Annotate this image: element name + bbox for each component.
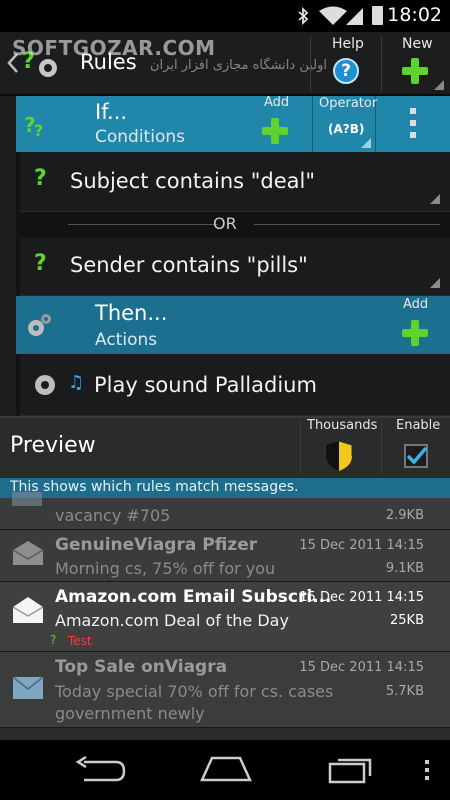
message-size: 5.7KB [385, 684, 424, 699]
preview-title: Preview [10, 433, 96, 458]
add-label: Add [403, 297, 429, 312]
help-button[interactable]: Help ? [311, 32, 381, 94]
new-label: New [402, 36, 433, 52]
or-label: OR [213, 214, 237, 233]
help-icon: ? [333, 58, 359, 84]
add-action-button[interactable]: Add [392, 296, 448, 352]
page-title: Rules [80, 50, 137, 74]
message-subject: Amazon.com Deal of the Day [55, 611, 289, 630]
dropdown-corner-icon [361, 138, 371, 148]
bluetooth-icon [298, 7, 309, 25]
message-size: 2.9KB [385, 508, 424, 523]
enable-label: Enable [396, 418, 441, 433]
enable-checkbox[interactable] [404, 444, 428, 468]
svg-text:?: ? [34, 121, 43, 140]
add-icon [262, 118, 288, 144]
home-icon[interactable] [200, 756, 252, 782]
condition-question-icon: ?? [22, 110, 52, 140]
message-size: 9.1KB [385, 561, 424, 576]
watermark-subtext: اولین دانشگاه مجازی افزار ایران [150, 58, 327, 73]
new-button[interactable]: New [382, 32, 450, 94]
if-title: If... [95, 100, 128, 124]
list-item[interactable]: vacancy #705 2.9KB [0, 492, 450, 530]
message-date: 15 Dec 2011 14:15 [299, 660, 424, 675]
dropdown-corner-icon [430, 194, 440, 204]
music-note-icon: ♫ [68, 372, 85, 393]
rule-left-bar [0, 96, 16, 416]
overflow-menu-icon[interactable] [404, 108, 424, 140]
list-item[interactable]: Top Sale onViagra 15 Dec 2011 14:15 Toda… [0, 652, 450, 728]
message-subject: Today special 70% off for cs. cases [55, 682, 334, 701]
thousands-label: Thousands [307, 418, 378, 433]
operator-value: (A?B) [328, 122, 365, 136]
operator-button[interactable]: Operator (A?B) [312, 96, 378, 152]
gear-icon [24, 310, 54, 340]
rule-tag-icon: ? [50, 633, 57, 647]
signal-icon [346, 8, 363, 25]
info-text: This shows which rules match messages. [10, 479, 299, 495]
condition-row[interactable]: ? Sender contains "pills" [20, 238, 450, 296]
add-label: Add [264, 95, 290, 110]
if-conditions-header[interactable]: ?? If... Conditions Add Operator (A?B) [16, 95, 450, 152]
menu-dots-icon[interactable] [422, 760, 432, 782]
then-subtitle: Actions [95, 330, 158, 350]
add-condition-button[interactable]: Add [254, 95, 310, 152]
message-sender: GenuineViagra Pfizer [55, 535, 258, 555]
action-text: Play sound Palladium [94, 373, 317, 397]
envelope-icon [12, 492, 42, 506]
status-bar: 18:02 [0, 0, 450, 32]
help-label: Help [332, 36, 364, 52]
action-row[interactable]: ♫ Play sound Palladium [20, 354, 450, 416]
add-icon [402, 320, 428, 346]
enable-toggle[interactable]: Enable [382, 416, 450, 478]
message-date: 15 Dec 2011 14:15 [299, 590, 424, 605]
operator-label: Operator [319, 96, 378, 111]
message-subject: Morning cs, 75% off for you [55, 559, 276, 578]
condition-question-icon: ? [34, 166, 47, 191]
condition-text: Sender contains "pills" [70, 253, 308, 277]
battery-icon [372, 6, 383, 25]
envelope-open-icon [12, 541, 44, 565]
status-time: 18:02 [387, 4, 442, 26]
condition-question-icon: ? [34, 251, 47, 276]
shield-icon [325, 440, 353, 472]
message-sender: Top Sale onViagra [55, 657, 228, 677]
then-title: Then... [95, 301, 168, 325]
back-icon[interactable] [74, 756, 126, 784]
gear-icon [32, 372, 58, 398]
then-actions-header[interactable]: Then... Actions Add [16, 296, 450, 354]
rule-tag-label: Test [68, 634, 92, 648]
list-item[interactable]: Amazon.com Email Subscri... 15 Dec 2011 … [0, 582, 450, 652]
message-sender: Amazon.com Email Subscri... [55, 587, 332, 607]
add-icon [402, 58, 428, 84]
message-subject: vacancy #705 [55, 506, 171, 525]
message-size: 25KB [390, 613, 424, 628]
envelope-icon [12, 676, 44, 699]
list-item [0, 728, 450, 740]
thousands-button[interactable]: Thousands [301, 416, 381, 478]
recent-apps-icon[interactable] [328, 754, 374, 784]
list-item[interactable]: GenuineViagra Pfizer 15 Dec 2011 14:15 M… [0, 530, 450, 582]
dropdown-corner-icon [434, 80, 444, 90]
dropdown-corner-icon [430, 278, 440, 288]
message-date: 15 Dec 2011 14:15 [299, 538, 424, 553]
checkmark-icon [406, 446, 428, 465]
if-subtitle: Conditions [95, 127, 185, 147]
condition-text: Subject contains "deal" [70, 169, 316, 193]
message-subject-line2: government newly [55, 704, 205, 723]
or-separator: OR [20, 212, 450, 238]
envelope-open-icon [12, 597, 44, 623]
condition-row[interactable]: ? Subject contains "deal" [20, 152, 450, 212]
